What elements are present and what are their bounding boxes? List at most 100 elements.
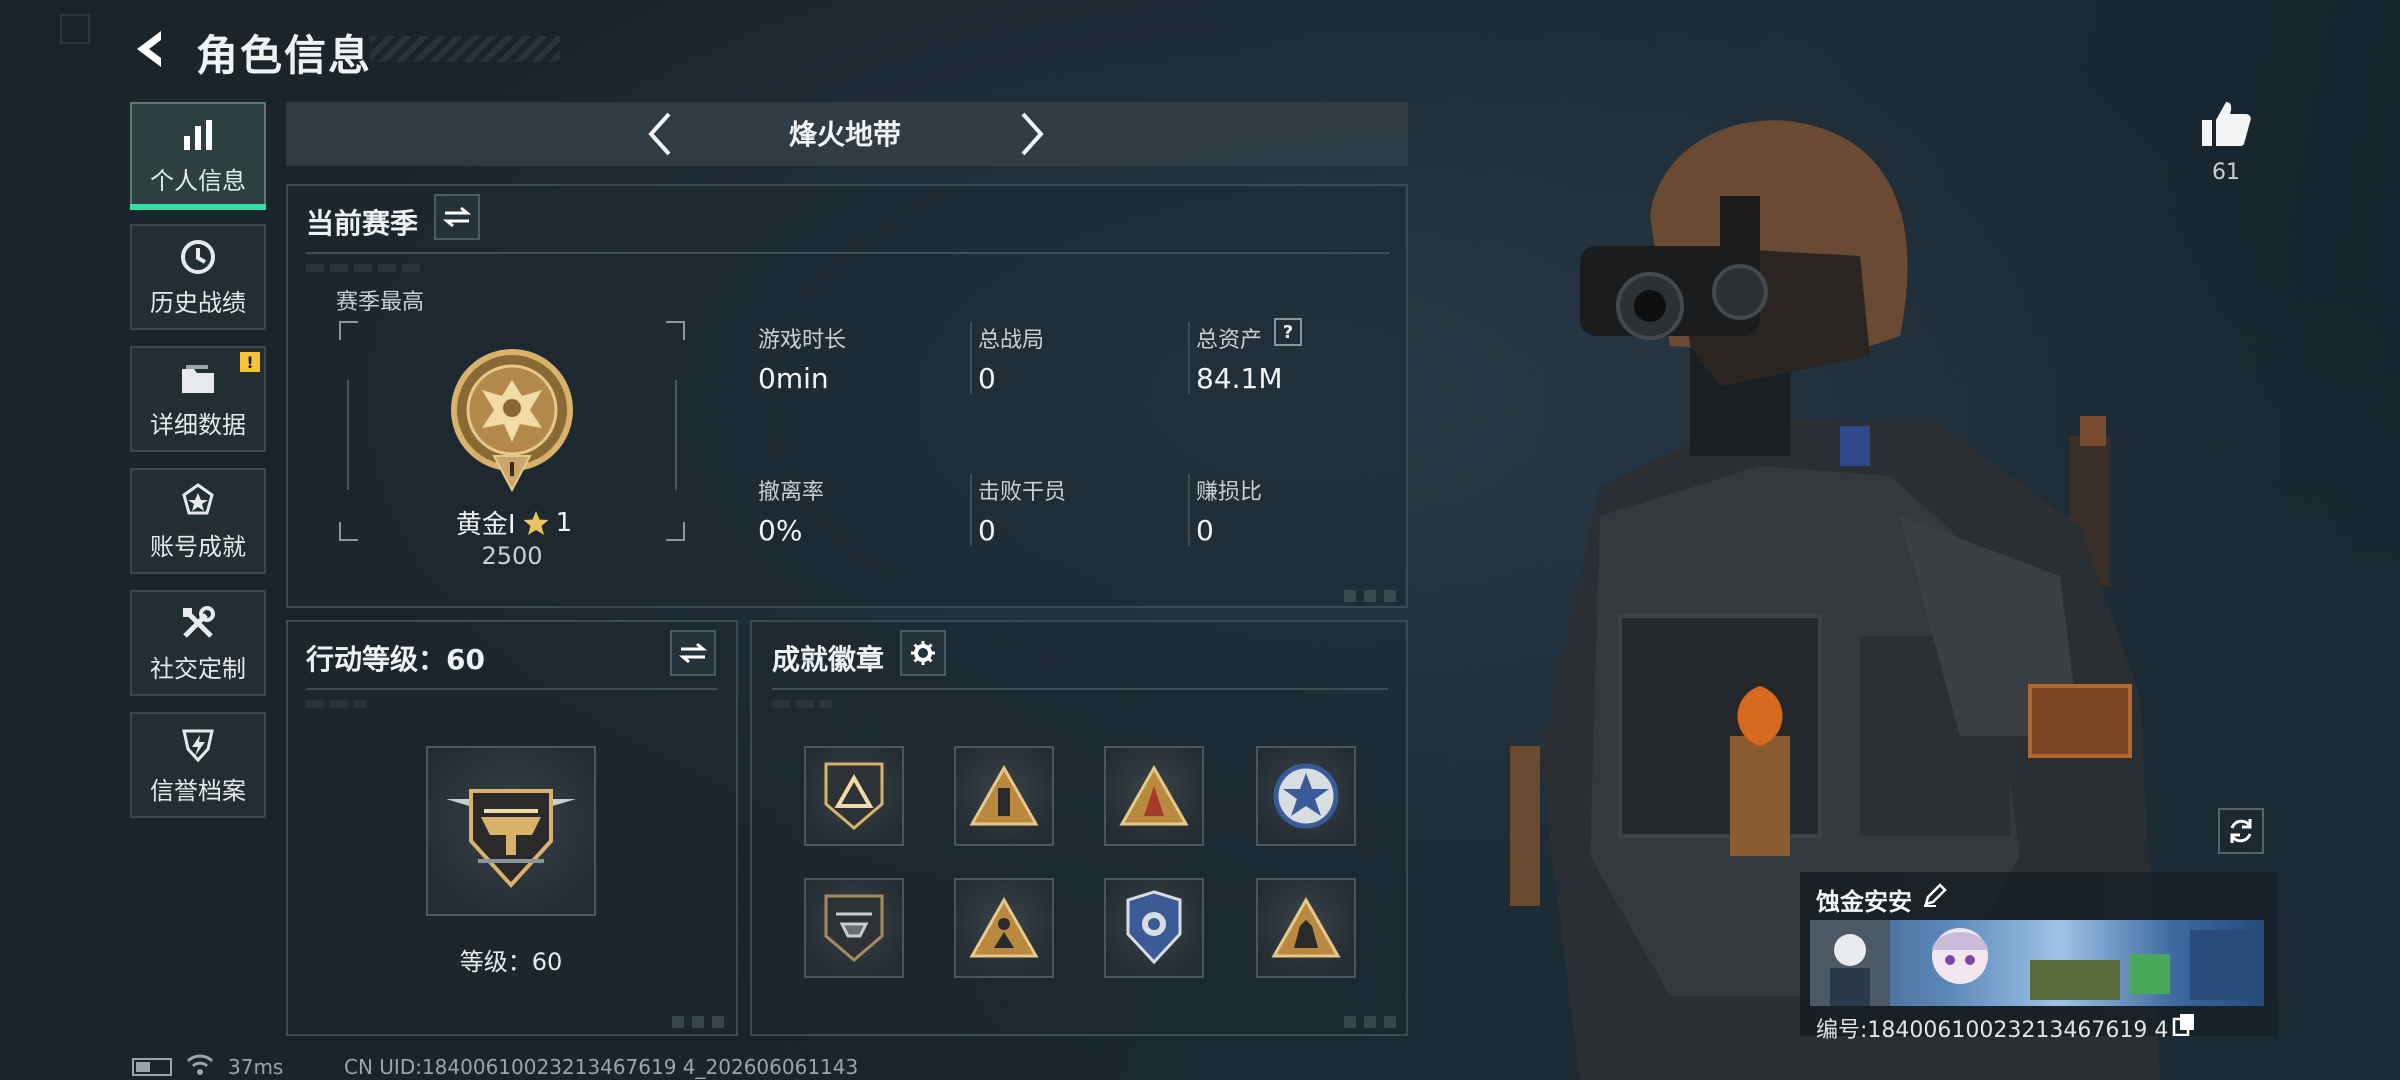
swap-arrows-icon <box>443 206 471 228</box>
sidebar-item-label: 详细数据 <box>150 410 246 439</box>
help-icon[interactable]: ? <box>1274 318 1302 346</box>
achievements-divider <box>772 688 1388 690</box>
sidebar-item-social-customization[interactable]: 社交定制 <box>130 590 266 696</box>
player-name: 蚀金安安 <box>1816 888 1912 916</box>
stat-separator <box>1188 474 1190 546</box>
rotate-icon <box>2230 819 2252 843</box>
triangle-fire-badge-icon <box>1119 764 1189 826</box>
player-id: 编号:18400610023213467619 4 <box>1816 1018 2169 1043</box>
stat-separator <box>1188 322 1190 394</box>
chevron-right-icon <box>1021 112 1044 156</box>
stat-value: 0 <box>978 362 996 395</box>
achievements-settings-button[interactable] <box>900 630 946 676</box>
achievement-badge[interactable] <box>804 746 904 846</box>
achievement-badge[interactable] <box>1104 746 1204 846</box>
like-count: 61 <box>2212 160 2240 185</box>
corner-decoration <box>60 14 90 44</box>
action-level-switch-button[interactable] <box>670 630 716 676</box>
action-level-divider <box>306 688 718 690</box>
corner-decoration <box>1344 590 1404 602</box>
achievement-star-icon <box>178 481 218 521</box>
stat-label: 总资产 <box>1196 328 1263 353</box>
corner-decoration <box>672 1016 732 1028</box>
stat-value: 84.1M <box>1196 362 1283 395</box>
stat-label: 撤离率 <box>758 480 825 505</box>
star-emblem-badge-icon <box>1273 763 1339 829</box>
rank-name-row: 黄金Ⅰ 1 <box>444 504 584 541</box>
tools-icon <box>178 603 218 643</box>
action-level-title: 行动等级：60 <box>306 643 485 676</box>
ping-text: 37ms <box>228 1055 284 1079</box>
sidebar-item-detailed-data[interactable]: ! 详细数据 <box>130 346 266 452</box>
achievement-badge[interactable] <box>804 878 904 978</box>
stat-value: 0 <box>1196 514 1214 547</box>
achievement-badge[interactable] <box>1256 746 1356 846</box>
folder-icon <box>178 359 218 399</box>
sidebar-item-personal-info[interactable]: 个人信息 <box>130 102 266 210</box>
decor-lines <box>772 700 832 708</box>
sidebar-item-label: 社交定制 <box>150 654 246 683</box>
sidebar-item-label: 账号成就 <box>150 532 246 561</box>
title-stripes-decoration <box>370 36 560 62</box>
season-title: 当前赛季 <box>306 207 419 240</box>
wifi-icon <box>186 1052 214 1076</box>
uid-text: CN UID:18400610023213467619 4_2026060611… <box>344 1055 859 1079</box>
achievement-badge[interactable] <box>954 878 1054 978</box>
sidebar-item-label: 历史战绩 <box>150 288 246 317</box>
achievement-badge[interactable] <box>954 746 1054 846</box>
copy-icon <box>2172 1014 2194 1037</box>
action-level-text: 等级：60 <box>459 948 563 976</box>
stat-label: 击败干员 <box>978 480 1067 505</box>
police-shield-badge-icon <box>1126 890 1182 965</box>
stat-value: 0% <box>758 514 803 547</box>
helicopter-shield-emblem-icon <box>446 789 576 888</box>
stat-value: 0 <box>978 514 996 547</box>
achievement-badge[interactable] <box>1104 878 1204 978</box>
stat-label: 游戏时长 <box>758 328 847 353</box>
stat-label: 总战局 <box>978 328 1045 353</box>
like-button[interactable] <box>2198 96 2254 152</box>
page-title: 角色信息 <box>196 31 373 80</box>
gear-icon <box>911 641 935 665</box>
pencil-icon <box>1924 883 1947 907</box>
back-arrow-icon <box>137 31 161 67</box>
sidebar-item-achievements[interactable]: 账号成就 <box>130 468 266 574</box>
achievements-title: 成就徽章 <box>772 643 885 676</box>
gold-rank-emblem-icon <box>444 344 580 494</box>
decor-lines <box>306 700 366 708</box>
stat-separator <box>970 322 972 394</box>
name-card-banner[interactable] <box>1810 920 2264 1006</box>
bar-chart-icon <box>178 115 218 155</box>
copy-id-button[interactable] <box>2172 1012 2198 1038</box>
mode-title: 烽火地带 <box>788 118 901 151</box>
battery-icon <box>132 1058 172 1076</box>
sidebar-item-history[interactable]: 历史战绩 <box>130 224 266 330</box>
mode-next-button[interactable] <box>1004 106 1060 162</box>
rank-points: 2500 <box>481 542 543 570</box>
mode-prev-button[interactable] <box>632 106 688 162</box>
edit-name-button[interactable] <box>1922 882 1950 910</box>
triangle-figure-badge-icon <box>969 896 1039 958</box>
shield-bolt-icon <box>178 725 218 765</box>
stat-label: 赚损比 <box>1196 480 1263 505</box>
shield-triangle-badge-icon <box>824 762 884 830</box>
season-switch-button[interactable] <box>434 194 480 240</box>
season-divider <box>306 252 1390 254</box>
stat-separator <box>970 474 972 546</box>
achievement-badge[interactable] <box>1256 878 1356 978</box>
rotate-model-button[interactable] <box>2218 808 2264 854</box>
rank-stars: 1 <box>555 507 573 538</box>
history-clock-icon <box>178 237 218 277</box>
thumbs-up-icon <box>2202 102 2251 146</box>
triangle-pillar-badge-icon <box>969 764 1039 826</box>
back-button[interactable] <box>128 24 178 74</box>
sidebar-item-label: 信誉档案 <box>150 776 246 805</box>
sidebar-item-reputation[interactable]: 信誉档案 <box>130 712 266 818</box>
action-level-emblem-frame <box>426 746 596 916</box>
corner-decoration <box>1344 1016 1404 1028</box>
sidebar-item-label: 个人信息 <box>150 166 246 195</box>
rank-name: 黄金Ⅰ <box>455 510 516 540</box>
decor-lines <box>306 264 426 272</box>
alert-badge: ! <box>240 352 260 372</box>
stat-value: 0min <box>758 362 829 395</box>
